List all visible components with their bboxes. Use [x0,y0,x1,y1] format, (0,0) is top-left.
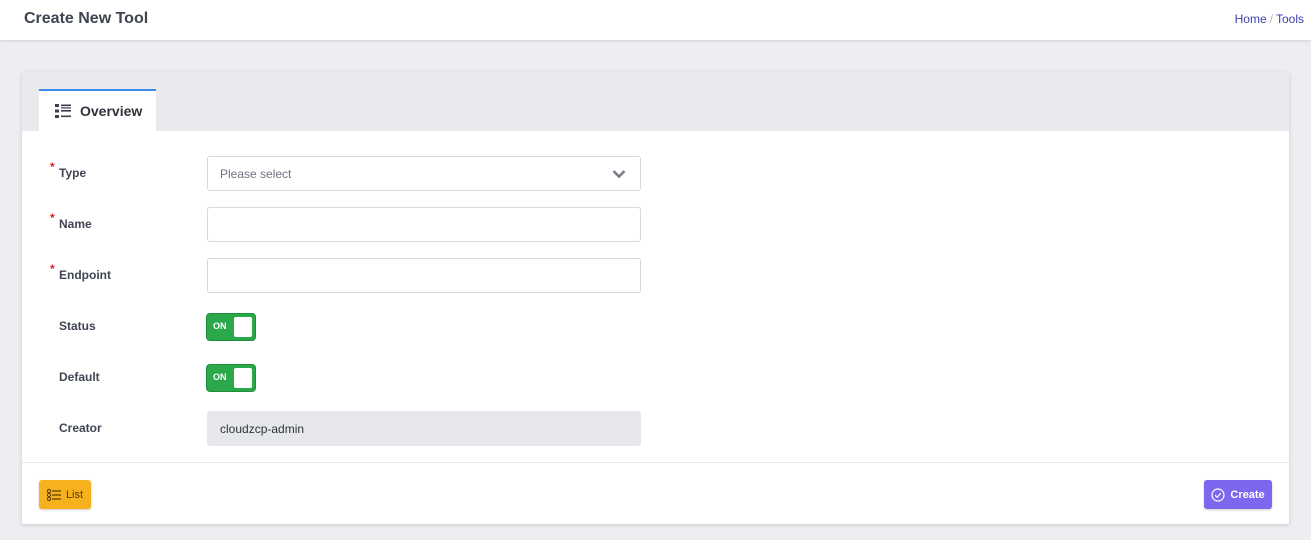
endpoint-row: * Endpoint [22,258,1289,293]
create-button-label: Create [1230,488,1265,501]
list-button-label: List [65,488,84,501]
type-label: Type [59,166,87,180]
default-label: Default [59,370,100,384]
default-toggle-text: ON [213,372,227,382]
creator-field: cloudzcp-admin [207,411,641,446]
status-row: Status ON [22,309,1289,343]
tab-bar: Overview [22,72,1289,131]
breadcrumb-separator: / [1269,12,1273,26]
list-icon [55,104,71,118]
status-label: Status [59,319,96,333]
default-toggle[interactable]: ON [207,365,255,391]
toggle-knob [234,317,252,337]
top-header: Create New Tool Home / Tools [0,0,1311,40]
create-button[interactable]: Create [1204,480,1272,509]
toggle-knob [234,368,252,388]
required-mark: * [50,262,55,276]
status-toggle-text: ON [213,321,227,331]
type-select-placeholder: Please select [220,166,292,181]
tab-overview[interactable]: Overview [39,89,156,131]
endpoint-input[interactable] [207,258,641,293]
form-card: Overview * Type Please select * Name * E… [22,72,1289,524]
list-icon [46,488,61,501]
check-circle-icon [1211,487,1225,502]
type-select[interactable]: Please select [207,156,641,191]
list-button[interactable]: List [39,480,91,509]
required-mark: * [50,211,55,225]
endpoint-label: Endpoint [59,268,111,282]
required-mark: * [50,160,55,174]
creator-label: Creator [59,421,102,435]
type-row: * Type Please select [22,156,1289,191]
name-row: * Name [22,207,1289,242]
chevron-down-icon [612,170,626,179]
tab-overview-label: Overview [80,103,143,119]
name-label: Name [59,217,92,231]
breadcrumb-tools-link[interactable]: Tools [1276,12,1304,26]
default-row: Default ON [22,360,1289,394]
name-input[interactable] [207,207,641,242]
breadcrumb-home-link[interactable]: Home [1235,12,1267,26]
creator-row: Creator cloudzcp-admin [22,411,1289,446]
page-title: Create New Tool [24,10,149,27]
status-toggle[interactable]: ON [207,314,255,340]
breadcrumb: Home / Tools [1235,12,1304,26]
card-footer: List Create [22,462,1289,524]
